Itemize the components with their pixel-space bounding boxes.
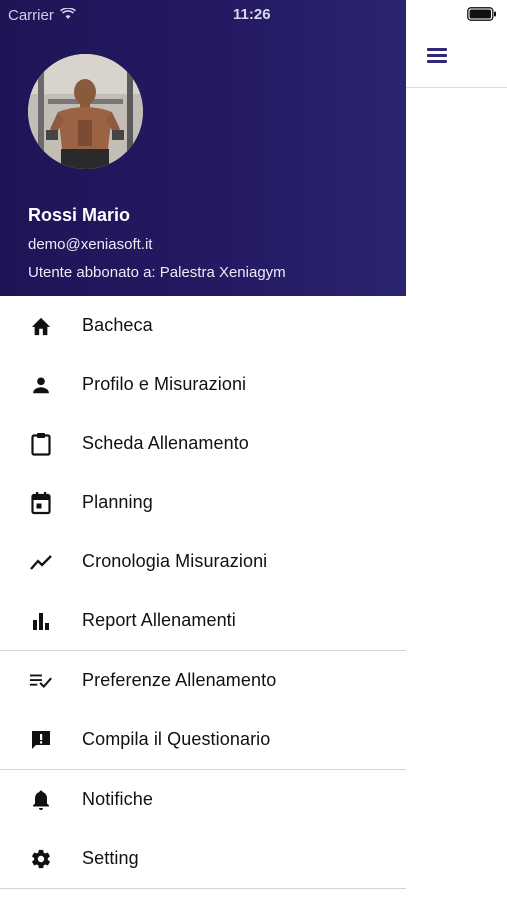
app-screen: Rossi Mario demo@xeniasoft.it Utente abb…: [0, 0, 507, 900]
menu-item-questionario[interactable]: Compila il Questionario: [0, 710, 406, 769]
avatar: [28, 54, 143, 169]
gear-icon: [29, 847, 53, 871]
trending-line-icon: [29, 550, 53, 574]
menu-item-label: Cronologia Misurazioni: [82, 551, 268, 571]
menu-item-label: Preferenze Allenamento: [82, 670, 277, 690]
menu-item-label: Compila il Questionario: [82, 729, 271, 749]
battery-icon: [467, 7, 497, 25]
home-icon: [29, 314, 53, 338]
clipboard-icon: [29, 432, 53, 456]
navigation-drawer: Rossi Mario demo@xeniasoft.it Utente abb…: [0, 0, 406, 900]
main-content[interactable]: [406, 0, 507, 900]
menu-item-cronologia[interactable]: Cronologia Misurazioni: [0, 532, 406, 591]
status-carrier: Carrier: [8, 7, 76, 24]
menu-item-scheda[interactable]: Scheda Allenamento: [0, 414, 406, 473]
user-name: Rossi Mario: [28, 205, 131, 225]
menu-item-label: Bacheca: [82, 315, 153, 335]
subscription-text: Utente abbonato a: Palestra Xeniagym: [28, 264, 286, 281]
feedback-icon: [29, 728, 53, 752]
user-email: demo@xeniasoft.it: [28, 236, 153, 253]
divider: [0, 888, 406, 889]
drawer-header: Rossi Mario demo@xeniasoft.it Utente abb…: [0, 0, 406, 296]
drawer-menu: Bacheca Profilo e Misurazioni Scheda All…: [0, 296, 406, 889]
wifi-icon: [59, 7, 76, 24]
menu-item-label: Planning: [82, 492, 153, 512]
status-time: 11:26: [233, 6, 271, 23]
carrier-label: Carrier: [8, 7, 54, 24]
bar-chart-icon: [29, 609, 53, 633]
menu-item-setting[interactable]: Setting: [0, 829, 406, 888]
bell-icon: [29, 788, 53, 812]
menu-item-label: Setting: [82, 848, 139, 868]
menu-item-label: Report Allenamenti: [82, 610, 236, 630]
menu-item-label: Notifiche: [82, 789, 153, 809]
menu-item-planning[interactable]: Planning: [0, 473, 406, 532]
menu-item-preferenze[interactable]: Preferenze Allenamento: [0, 651, 406, 710]
menu-item-notifiche[interactable]: Notifiche: [0, 770, 406, 829]
hamburger-menu-icon[interactable]: [427, 48, 447, 64]
menu-item-report[interactable]: Report Allenamenti: [0, 591, 406, 650]
menu-item-bacheca[interactable]: Bacheca: [0, 296, 406, 355]
menu-item-label: Profilo e Misurazioni: [82, 374, 247, 394]
person-icon: [29, 373, 53, 397]
status-bar: Carrier 11:26: [0, 0, 507, 30]
menu-item-label: Scheda Allenamento: [82, 433, 249, 453]
playlist-check-icon: [29, 669, 53, 693]
menu-item-profilo[interactable]: Profilo e Misurazioni: [0, 355, 406, 414]
calendar-icon: [29, 491, 53, 515]
